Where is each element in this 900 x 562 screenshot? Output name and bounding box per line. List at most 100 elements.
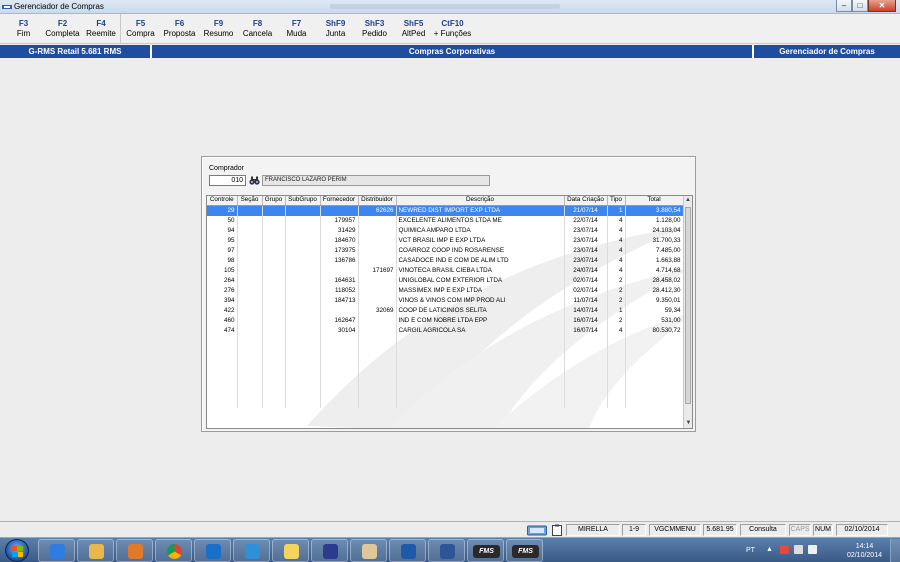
column-header[interactable]: Grupo: [262, 196, 286, 206]
scroll-thumb[interactable]: [685, 207, 691, 404]
volume-icon[interactable]: [808, 545, 817, 554]
taskbar-network-button[interactable]: [311, 539, 348, 562]
explorer-icon: [89, 544, 104, 559]
table-row[interactable]: 50 179957 EXCELENTE ALIMENTOS LTDA ME 22/07…: [207, 215, 684, 226]
fkey-altped-button[interactable]: ShF5 AltPed: [394, 14, 433, 44]
table-row[interactable]: 29 62626 NEWRED DIST IMPORT EXP LTDA 21/07/…: [207, 205, 684, 216]
table-cell: [320, 205, 359, 216]
taskbar-lync-button[interactable]: [233, 539, 270, 562]
taskbar-media-player-button[interactable]: [116, 539, 153, 562]
taskbar-remote-button[interactable]: [389, 539, 426, 562]
orders-grid[interactable]: Controle Seção Grupo SubGrupo Fornecedor Dist…: [206, 195, 693, 429]
table-cell: 4: [607, 235, 626, 246]
table-row[interactable]: 97 173975 COARROZ COOP IND ROSARENSE 23/07/…: [207, 245, 684, 256]
taskbar-outlook-button[interactable]: [194, 539, 231, 562]
status-mode: Consulta: [740, 524, 786, 536]
table-cell: CASADOCE IND E COM DE ALIM LTD: [396, 255, 565, 266]
status-date: 02/10/2014: [836, 524, 888, 536]
table-row[interactable]: 95 184670 VCT BRASIL IMP E EXP LTDA 23/07/1…: [207, 235, 684, 246]
table-cell: 7.485,00: [625, 245, 684, 256]
taskbar-ie-button[interactable]: [38, 539, 75, 562]
table-row[interactable]: 264 164631 UNIGLOBAL COM EXTERIOR LTDA 02/0…: [207, 275, 684, 286]
table-row[interactable]: 422 32069 COOP DE LATICINIOS SELITA 14/07/1…: [207, 305, 684, 316]
table-cell: 16/07/14: [564, 325, 608, 336]
orders-table: Controle Seção Grupo SubGrupo Fornecedor Dist…: [207, 196, 684, 408]
column-header[interactable]: Tipo: [607, 196, 626, 206]
empty-cell: [320, 380, 359, 390]
fkey-completa-button[interactable]: F2 Completa: [43, 14, 82, 44]
empty-cell: [262, 353, 286, 363]
fkey-shortcut: F8: [252, 19, 263, 28]
empty-cell: [607, 353, 626, 363]
empty-cell: [564, 335, 608, 345]
taskbar-chrome-button[interactable]: [155, 539, 192, 562]
column-header[interactable]: Seção: [237, 196, 263, 206]
fkey-resumo-button[interactable]: F9 Resumo: [199, 14, 238, 44]
column-header[interactable]: Descrição: [396, 196, 565, 206]
fkey-fun-es-button[interactable]: CtF10 + Funções: [433, 14, 472, 44]
table-cell: 98: [207, 255, 238, 266]
network-tray-icon[interactable]: [794, 545, 803, 554]
taskbar-paint-button[interactable]: [350, 539, 387, 562]
table-row[interactable]: 474 30104 CARGIL AGRICOLA SA 16/07/14 4 80.53…: [207, 325, 684, 336]
fkey-pedido-button[interactable]: ShF3 Pedido: [355, 14, 394, 44]
table-cell: 474: [207, 325, 238, 336]
table-cell: [237, 225, 263, 236]
fkey-proposta-button[interactable]: F6 Proposta: [160, 14, 199, 44]
table-cell: [237, 295, 263, 306]
close-button[interactable]: ✕: [868, 0, 896, 12]
empty-cell: [237, 380, 263, 390]
fkey-junta-button[interactable]: ShF9 Junta: [316, 14, 355, 44]
vertical-scrollbar[interactable]: ▲ ▼: [683, 196, 692, 428]
column-header[interactable]: Distribuidor: [358, 196, 397, 206]
empty-cell: [625, 389, 684, 399]
table-row[interactable]: 460 162647 IND E COM NOBRE LTDA EPP 16/07/1…: [207, 315, 684, 326]
fkey-muda-button[interactable]: F7 Muda: [277, 14, 316, 44]
scroll-down-icon[interactable]: ▼: [684, 419, 692, 428]
fkey-cancela-button[interactable]: F8 Cancela: [238, 14, 277, 44]
window-title: Gerenciador de Compras: [14, 2, 104, 11]
empty-cell: [625, 398, 684, 408]
fkey-fim-button[interactable]: F3 Fim: [4, 14, 43, 44]
taskbar-fms-button[interactable]: FMS: [506, 539, 543, 562]
fkey-compra-button[interactable]: F5 Compra: [121, 14, 160, 44]
scroll-up-icon[interactable]: ▲: [684, 196, 692, 205]
table-cell: [262, 265, 286, 276]
table-row[interactable]: 394 184713 VINOS & VINOS COM IMP PROD ALI 1…: [207, 295, 684, 306]
fkey-label: Fim: [16, 29, 31, 38]
empty-cell: [625, 344, 684, 354]
column-header[interactable]: SubGrupo: [285, 196, 321, 206]
column-header[interactable]: Fornecedor: [320, 196, 359, 206]
language-indicator[interactable]: PT: [746, 547, 755, 554]
clock[interactable]: 14:14 02/10/2014: [847, 542, 882, 560]
empty-row: [207, 398, 684, 408]
fkey-reemite-button[interactable]: F4 Reemite: [82, 14, 121, 44]
taskbar-fms-button[interactable]: FMS: [467, 539, 504, 562]
empty-cell: [358, 335, 397, 345]
table-cell: [285, 235, 321, 246]
table-cell: 276: [207, 285, 238, 296]
binoculars-icon[interactable]: [249, 175, 260, 186]
table-cell: 2: [607, 285, 626, 296]
buyer-code-field[interactable]: 010: [209, 175, 246, 186]
table-cell: UNIGLOBAL COM EXTERIOR LTDA: [396, 275, 565, 286]
table-row[interactable]: 276 118052 MASSIMEX IMP E EXP LTDA 02/07/14…: [207, 285, 684, 296]
taskbar-explorer-button[interactable]: [77, 539, 114, 562]
table-row[interactable]: 105 171697 VINOTECA BRASIL CIEBA LTDA 24/07…: [207, 265, 684, 276]
table-row[interactable]: 94 31429 QUIMICA AMPARO LTDA 23/07/14 4 24.10…: [207, 225, 684, 236]
action-center-icon[interactable]: [780, 545, 789, 554]
table-cell: [285, 285, 321, 296]
column-header[interactable]: Controle: [207, 196, 238, 206]
tray-expand-icon[interactable]: ▲: [766, 546, 773, 553]
taskbar-word-button[interactable]: [428, 539, 465, 562]
minimize-button[interactable]: –: [836, 0, 852, 12]
maximize-button[interactable]: □: [852, 0, 868, 12]
taskbar-sticky-notes-button[interactable]: [272, 539, 309, 562]
show-desktop-button[interactable]: [890, 539, 900, 562]
column-header[interactable]: Data Criação: [564, 196, 608, 206]
table-cell: 59,34: [625, 305, 684, 316]
table-header-row: Controle Seção Grupo SubGrupo Fornecedor Dist…: [207, 196, 684, 206]
column-header[interactable]: Total: [625, 196, 684, 206]
start-button[interactable]: [5, 539, 29, 562]
table-row[interactable]: 98 136786 CASADOCE IND E COM DE ALIM LTD 23…: [207, 255, 684, 266]
